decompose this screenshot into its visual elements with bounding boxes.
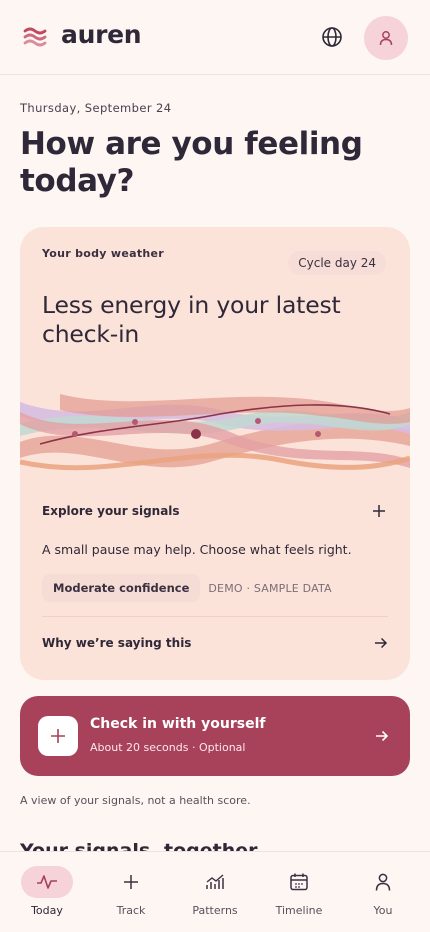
plus-icon — [105, 866, 157, 898]
globe-icon — [322, 27, 342, 47]
confidence-badge: Moderate confidence — [42, 574, 201, 602]
tab-today[interactable]: Today — [4, 852, 90, 932]
tab-label: You — [373, 904, 393, 917]
pause-suggestion: A small pause may help. Choose what feel… — [42, 542, 352, 557]
tab-label: Today — [31, 904, 63, 917]
tab-label: Track — [116, 904, 146, 917]
tab-patterns[interactable]: Patterns — [172, 852, 258, 932]
user-icon — [357, 866, 409, 898]
plus-icon — [38, 716, 78, 756]
explore-signals-toggle[interactable]: Explore your signals — [42, 499, 388, 523]
footnote: A view of your signals, not a health sco… — [20, 794, 251, 807]
app-header: auren — [0, 0, 430, 75]
check-in-button[interactable]: Check in with yourself About 20 seconds … — [20, 696, 410, 776]
why-link[interactable]: Why we’re saying this — [42, 631, 388, 655]
waves-logo-icon — [23, 27, 47, 47]
confidence-row: Moderate confidence DEMO · SAMPLE DATA — [42, 574, 332, 602]
tab-track[interactable]: Track — [88, 852, 174, 932]
profile-button[interactable] — [364, 16, 408, 60]
pulse-icon — [21, 866, 73, 898]
language-button[interactable] — [318, 23, 346, 51]
signals-wave-illustration — [20, 394, 410, 471]
cycle-day-badge: Cycle day 24 — [288, 251, 386, 275]
calendar-icon — [273, 866, 325, 898]
tab-label: Patterns — [192, 904, 238, 917]
tab-timeline[interactable]: Timeline — [256, 852, 342, 932]
bottom-tab-bar: Today Track Patterns Timeline You — [0, 851, 430, 932]
arrow-right-icon — [372, 726, 392, 746]
tab-you[interactable]: You — [340, 852, 426, 932]
plus-icon — [370, 502, 388, 520]
why-label: Why we’re saying this — [42, 636, 192, 650]
tab-label: Timeline — [275, 904, 323, 917]
arrow-right-icon — [375, 637, 388, 649]
explore-signals-label: Explore your signals — [42, 504, 180, 518]
check-in-subtitle: About 20 seconds · Optional — [90, 741, 246, 754]
check-in-title: Check in with yourself — [90, 716, 266, 732]
divider — [42, 616, 388, 617]
card-heading: Less energy in your latest check-in — [42, 291, 341, 348]
user-icon — [379, 31, 393, 46]
demo-data-label: DEMO · SAMPLE DATA — [208, 581, 332, 595]
current-date: Thursday, September 24 — [20, 101, 172, 115]
page-title: How are you feeling today? — [20, 126, 363, 199]
card-label: Your body weather — [42, 247, 165, 260]
trend-chart-icon — [189, 866, 241, 898]
brand-name: auren — [61, 20, 142, 49]
body-weather-card: Your body weather Cycle day 24 Less ener… — [20, 227, 410, 680]
